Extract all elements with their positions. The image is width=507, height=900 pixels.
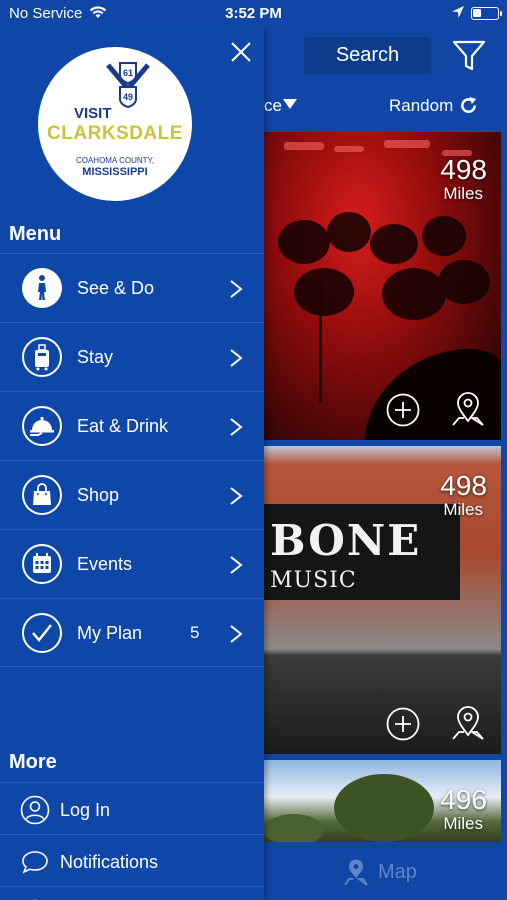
distance-unit: Miles	[443, 814, 483, 833]
chevron-right-icon	[230, 280, 243, 298]
distance-unit: Miles	[443, 500, 483, 519]
walking-person-icon	[22, 268, 62, 308]
listing-card[interactable]: 498 Miles	[264, 132, 501, 440]
route-number-bottom: 49	[123, 92, 133, 102]
log-in-item[interactable]: Log In	[0, 782, 264, 834]
notifications-item[interactable]: Notifications	[0, 834, 264, 886]
logo-city-text: CLARKSDALE	[47, 123, 183, 144]
menu-item-shop[interactable]: Shop	[0, 460, 264, 529]
menu-item-eat-drink[interactable]: Eat & Drink	[0, 391, 264, 460]
map-pin-icon[interactable]	[344, 858, 368, 886]
battery-icon	[471, 7, 502, 20]
close-icon[interactable]	[230, 41, 252, 63]
chevron-right-icon	[230, 349, 243, 367]
calendar-icon	[22, 544, 62, 584]
log-in-label: Log In	[60, 800, 111, 820]
chat-bubble-icon	[22, 851, 48, 874]
menu-item-see-do[interactable]: See & Do	[0, 253, 264, 322]
menu-item-stay[interactable]: Stay	[0, 322, 264, 391]
logo-state-text: MISSISSIPPI	[82, 166, 148, 178]
filter-icon[interactable]	[452, 40, 486, 72]
distance-unit: Miles	[443, 184, 483, 203]
search-button[interactable]: Search	[304, 37, 431, 74]
listing-card[interactable]: BONE MUSIC 498 Miles	[264, 446, 501, 754]
cloche-icon	[22, 406, 62, 446]
route-number-top: 61	[123, 68, 133, 78]
mural-subtext: MUSIC	[270, 568, 357, 593]
chevron-right-icon	[230, 625, 243, 643]
map-tab-label[interactable]: Map	[378, 861, 417, 884]
more-section-title: More	[9, 751, 57, 773]
luggage-icon	[22, 337, 62, 377]
location-arrow-icon	[452, 6, 464, 18]
menu-item-label: Stay	[77, 347, 114, 367]
status-bar: No Service 3:52 PM	[0, 0, 507, 28]
menu-item-label: Eat & Drink	[77, 416, 169, 436]
distance-value: 498	[440, 470, 487, 501]
visit-clarksdale-logo: 61 49 VISIT CLARKSDALE COAHOMA COUNTY, M…	[38, 47, 192, 201]
chevron-right-icon	[230, 418, 243, 436]
logo-county-text: COAHOMA COUNTY,	[75, 156, 155, 165]
clock: 3:52 PM	[225, 5, 282, 22]
listing-card[interactable]: 496 Miles	[264, 760, 501, 842]
refresh-icon[interactable]	[459, 96, 478, 115]
add-to-plan-icon[interactable]	[386, 707, 420, 741]
plan-count-badge: 5	[190, 623, 200, 642]
chevron-right-icon	[230, 556, 243, 574]
user-icon	[20, 795, 50, 825]
random-sort-label[interactable]: Random	[389, 96, 453, 116]
sort-dropdown-label[interactable]: ce	[264, 96, 282, 116]
menu-item-events[interactable]: Events	[0, 529, 264, 598]
map-pin-icon[interactable]	[451, 391, 485, 427]
distance-value: 496	[440, 784, 487, 815]
shopping-bag-icon	[22, 475, 62, 515]
menu-item-my-plan[interactable]: My Plan 5	[0, 598, 264, 667]
logo-visit-text: VISIT	[74, 105, 112, 122]
side-drawer: 61 49 VISIT CLARKSDALE COAHOMA COUNTY, M…	[0, 28, 264, 900]
menu-item-label: See & Do	[77, 278, 155, 298]
menu-item-label: Shop	[77, 485, 120, 505]
menu-section-title: Menu	[9, 223, 62, 245]
distance-value: 498	[440, 154, 487, 185]
menu-item-label: Events	[77, 554, 133, 574]
menu-item-label: My Plan	[77, 623, 143, 643]
notifications-label: Notifications	[60, 852, 159, 872]
chevron-right-icon	[230, 487, 243, 505]
more-item-partial[interactable]	[0, 886, 264, 900]
mural-text: BONE	[270, 516, 422, 565]
checkmark-icon	[22, 613, 62, 653]
add-to-plan-icon[interactable]	[386, 393, 420, 427]
map-pin-icon[interactable]	[451, 705, 485, 741]
caret-down-icon[interactable]	[283, 98, 297, 110]
